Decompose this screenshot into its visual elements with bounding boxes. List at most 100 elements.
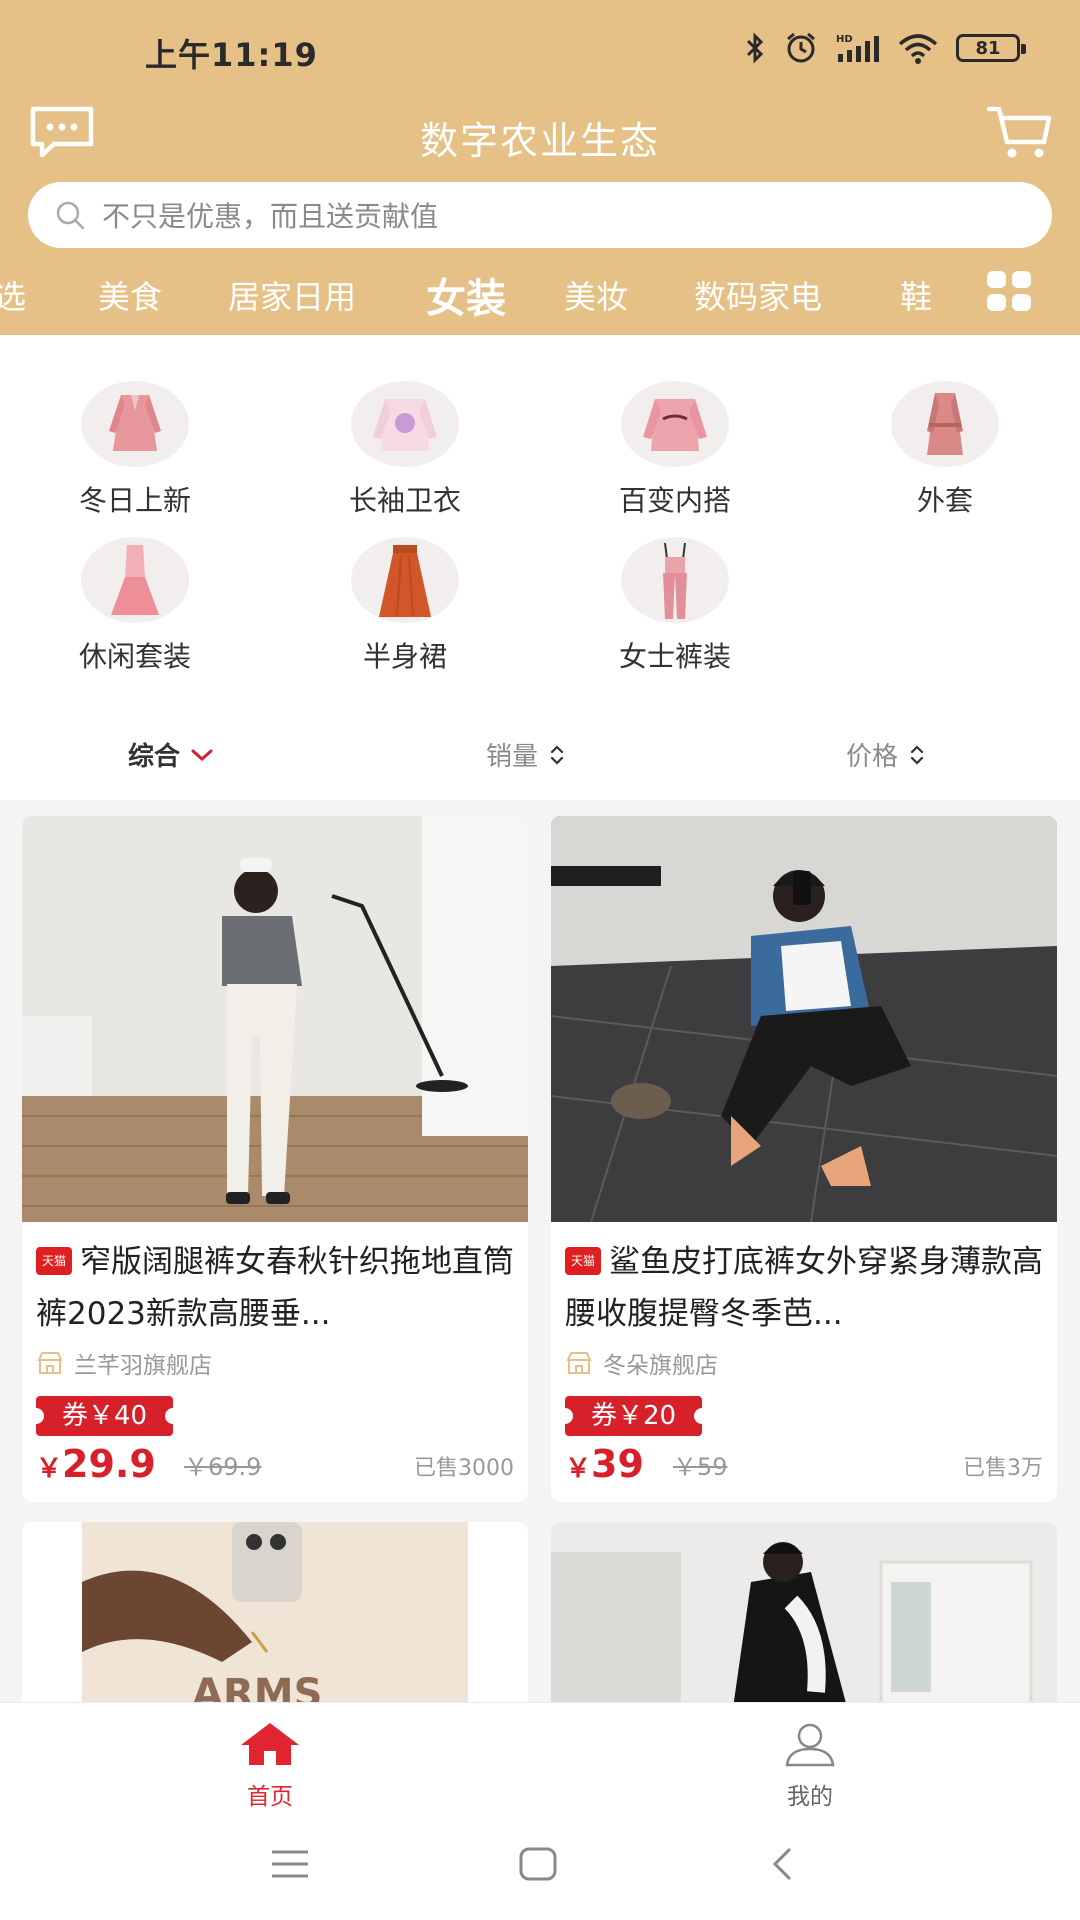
- subcategory-thumb: [81, 537, 189, 623]
- sort-toggle-icon: [550, 744, 564, 765]
- original-price: ￥59: [673, 1453, 728, 1481]
- product-card[interactable]: 天猫 窄版阔腿裤女春秋针织拖地直筒裤2023新款高腰垂... 兰芊羽旗舰店 券￥4…: [22, 816, 528, 1502]
- store-row: 冬朵旗舰店: [565, 1346, 1043, 1380]
- bottom-nav: 首页 我的: [0, 1702, 1080, 1810]
- subcategory-label: 休闲套装: [78, 640, 191, 673]
- store-row: 兰芊羽旗舰店: [36, 1346, 514, 1380]
- product-card[interactable]: ARMS: [22, 1522, 528, 1722]
- sold-count: 已售3000: [414, 1456, 514, 1481]
- battery-icon: 81: [956, 34, 1026, 62]
- currency-symbol: ￥: [36, 1454, 63, 1484]
- product-title-text: 鲨鱼皮打底裤女外穿紧身薄款高腰收腹提臀冬季芭...: [565, 1244, 1043, 1332]
- search-placeholder: 不只是优惠，而且送贡献值: [102, 200, 439, 233]
- category-tab-beauty[interactable]: 美妆: [564, 272, 628, 318]
- menu-icon[interactable]: [270, 1848, 310, 1880]
- coupon-badge: 券￥40: [27, 1396, 182, 1436]
- price-row: ￥39 ￥59 已售3万: [565, 1440, 1043, 1492]
- bluetooth-icon: [746, 32, 764, 64]
- category-tab-womens[interactable]: 女装: [426, 266, 506, 324]
- product-card[interactable]: 天猫 鲨鱼皮打底裤女外穿紧身薄款高腰收腹提臀冬季芭... 冬朵旗舰店 券￥20 ￥…: [551, 816, 1057, 1502]
- screen: 上午11:19 HD 81 数字农业生态 不只是优惠，而且送贡献值 选 美食 居…: [0, 0, 1080, 1920]
- tab-home[interactable]: 首页: [195, 1721, 345, 1811]
- status-bar: 上午11:19 HD 81: [0, 0, 1080, 100]
- product-image: ARMS: [22, 1522, 528, 1722]
- system-nav-bar: [0, 1810, 1080, 1920]
- subcategory-thumb: [81, 381, 189, 467]
- tmall-badge: 天猫: [36, 1246, 72, 1275]
- category-tabs: 选 美食 居家日用 女装 美妆 数码家电 鞋: [0, 262, 1080, 322]
- store-icon: [37, 1352, 63, 1374]
- subcategory-item[interactable]: 冬日上新: [35, 381, 235, 519]
- sort-price[interactable]: 价格: [846, 736, 926, 773]
- product-image: [22, 816, 528, 1222]
- subcategory-item[interactable]: 长袖卫衣: [305, 381, 505, 519]
- sort-bar: 综合 销量 价格: [0, 720, 1080, 800]
- sort-comprehensive-label: 综合: [128, 742, 181, 772]
- store-name: 冬朵旗舰店: [603, 1353, 718, 1379]
- user-icon: [785, 1723, 835, 1767]
- coupon-badge: 券￥20: [556, 1396, 711, 1436]
- status-time: 上午11:19: [145, 36, 318, 74]
- subcategory-item[interactable]: 休闲套装: [35, 537, 235, 675]
- product-info: 天猫 鲨鱼皮打底裤女外穿紧身薄款高腰收腹提臀冬季芭... 冬朵旗舰店 券￥20 ￥…: [551, 1222, 1057, 1492]
- product-image: [551, 1522, 1057, 1722]
- svg-text:HD: HD: [836, 34, 853, 45]
- price-value: 39: [591, 1442, 644, 1486]
- category-tab-food[interactable]: 美食: [98, 272, 162, 318]
- wifi-icon: [898, 34, 938, 64]
- category-tab-shoes[interactable]: 鞋: [900, 272, 942, 318]
- subcategory-thumb: [891, 381, 999, 467]
- store-name: 兰芊羽旗舰店: [74, 1353, 212, 1379]
- subcategory-label: 女士裤装: [618, 640, 731, 673]
- subcategory-thumb: [351, 381, 459, 467]
- category-tab-featured[interactable]: 选: [0, 272, 26, 318]
- product-title-text: 窄版阔腿裤女春秋针织拖地直筒裤2023新款高腰垂...: [36, 1244, 514, 1332]
- sort-toggle-icon: [910, 744, 924, 765]
- back-icon[interactable]: [770, 1846, 794, 1882]
- sort-price-label: 价格: [846, 742, 899, 772]
- price-value: 29.9: [62, 1442, 156, 1486]
- category-tab-home[interactable]: 居家日用: [228, 272, 356, 318]
- sold-count: 已售3万: [963, 1456, 1043, 1481]
- sort-comprehensive[interactable]: 综合: [128, 736, 214, 773]
- tmall-badge: 天猫: [565, 1246, 601, 1275]
- search-bar[interactable]: 不只是优惠，而且送贡献值: [28, 182, 1052, 248]
- product-info: 天猫 窄版阔腿裤女春秋针织拖地直筒裤2023新款高腰垂... 兰芊羽旗舰店 券￥4…: [22, 1222, 528, 1492]
- battery-level: 81: [975, 37, 1001, 59]
- home-square-icon[interactable]: [518, 1846, 558, 1882]
- category-tab-digital[interactable]: 数码家电: [694, 272, 822, 318]
- alarm-icon: [787, 32, 815, 63]
- subcategory-thumb: [621, 381, 729, 467]
- subcategory-label: 长袖卫衣: [348, 484, 461, 517]
- original-price: ￥69.9: [184, 1453, 262, 1481]
- tab-mine[interactable]: 我的: [735, 1721, 885, 1811]
- product-title: 天猫 鲨鱼皮打底裤女外穿紧身薄款高腰收腹提臀冬季芭...: [565, 1236, 1043, 1340]
- product-card[interactable]: [551, 1522, 1057, 1722]
- store-icon: [566, 1352, 592, 1374]
- chevron-down-icon: [191, 749, 213, 761]
- subcategory-thumb: [351, 537, 459, 623]
- status-icons: HD 81: [744, 32, 1026, 64]
- subcategory-item[interactable]: 外套: [845, 381, 1045, 519]
- subcategory-label: 外套: [916, 484, 973, 517]
- tab-mine-label: 我的: [787, 1784, 833, 1810]
- signal-icon: HD: [836, 34, 879, 62]
- header: 上午11:19 HD 81 数字农业生态 不只是优惠，而且送贡献值 选 美食 居…: [0, 0, 1080, 335]
- sort-sales-label: 销量: [486, 742, 539, 772]
- price: ￥29.9: [36, 1442, 156, 1486]
- subcategory-label: 冬日上新: [78, 484, 191, 517]
- tab-home-label: 首页: [247, 1784, 293, 1810]
- cart-icon[interactable]: [986, 104, 1052, 160]
- subcategory-item[interactable]: 女士裤装: [575, 537, 775, 675]
- price-row: ￥29.9 ￥69.9 已售3000: [36, 1440, 514, 1492]
- home-icon: [241, 1723, 299, 1765]
- title-bar: 数字农业生态: [0, 100, 1080, 180]
- subcategory-label: 百变内搭: [618, 484, 731, 517]
- sort-sales[interactable]: 销量: [486, 736, 566, 773]
- price: ￥39: [565, 1442, 644, 1486]
- grid-icon[interactable]: [986, 270, 1032, 312]
- search-icon: [56, 201, 85, 230]
- subcategory-item[interactable]: 百变内搭: [575, 381, 775, 519]
- subcategory-item[interactable]: 半身裙: [305, 537, 505, 675]
- subcategory-thumb: [621, 537, 729, 623]
